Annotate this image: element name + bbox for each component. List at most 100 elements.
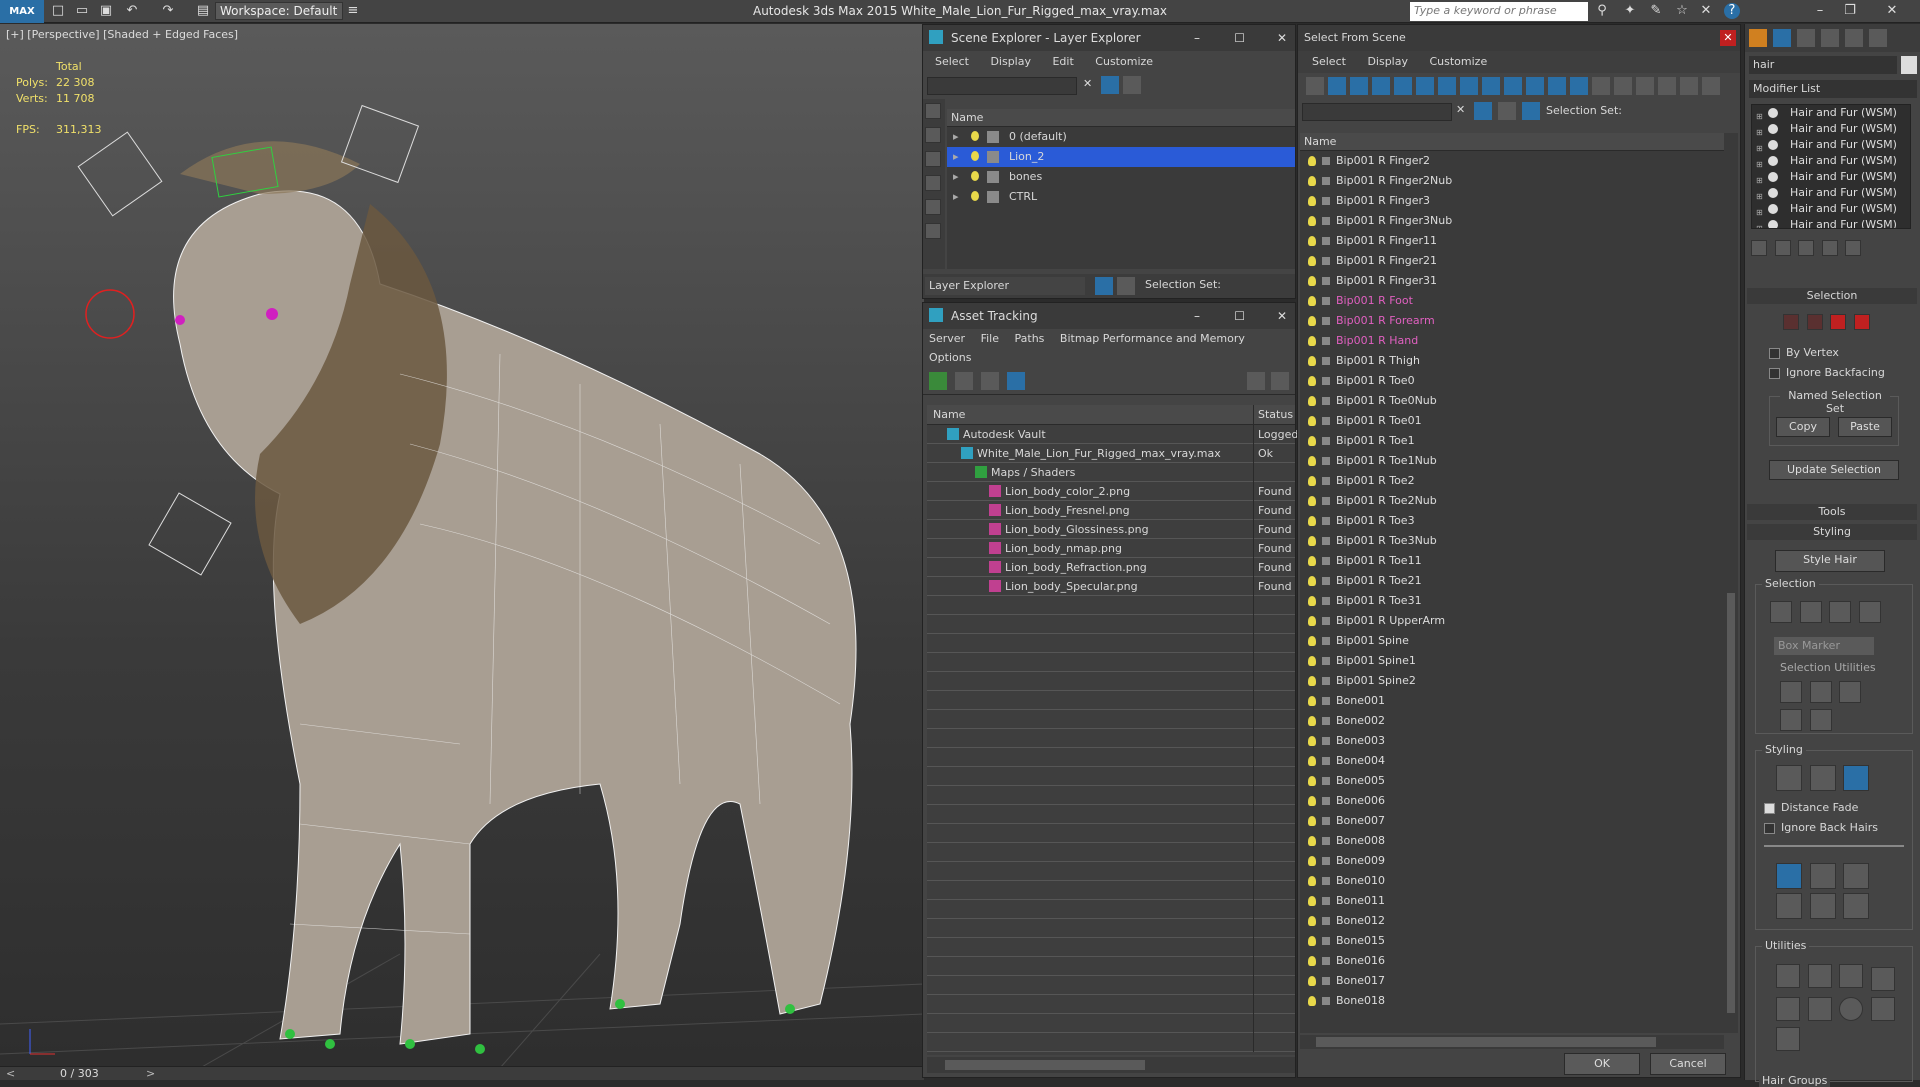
show-hidden-icon[interactable]: [1809, 709, 1832, 731]
xrefs-filter-icon[interactable]: [1482, 77, 1500, 95]
visibility-bulb-icon[interactable]: [1308, 416, 1316, 426]
asset-row[interactable]: White_Male_Lion_Fur_Rigged_max_vray.max O…: [927, 444, 1295, 463]
prev-frame-icon[interactable]: <: [6, 1067, 15, 1080]
help-icon[interactable]: ?: [1724, 3, 1740, 19]
object-list-item[interactable]: Bip001 R Finger3Nub: [1300, 211, 1724, 231]
ok-button[interactable]: OK: [1564, 1053, 1640, 1075]
visibility-bulb-icon[interactable]: [1308, 496, 1316, 506]
asset-row[interactable]: Lion_body_Fresnel.png Found: [927, 501, 1295, 520]
visibility-bulb-icon[interactable]: [1308, 676, 1316, 686]
invert-selection-icon[interactable]: [1636, 77, 1654, 95]
display-geometry-icon[interactable]: [925, 127, 941, 143]
modifier-stack-item[interactable]: ⊞ Hair and Fur (WSM): [1752, 217, 1910, 228]
pop-zero-sized-icon[interactable]: [1839, 964, 1863, 988]
clear-find-icon[interactable]: ✕: [1083, 77, 1092, 90]
workspace-menu-icon[interactable]: ≡: [345, 3, 361, 19]
sfs-titlebar[interactable]: Select From Scene ✕: [1298, 25, 1740, 51]
next-frame-icon[interactable]: >: [146, 1067, 155, 1080]
object-list-item[interactable]: Bip001 R Forearm: [1300, 311, 1724, 331]
display-shapes-icon[interactable]: [925, 151, 941, 167]
cameras-filter-icon[interactable]: [1394, 77, 1412, 95]
object-list-item[interactable]: Bip001 R Toe3: [1300, 511, 1724, 531]
visibility-bulb-icon[interactable]: [1308, 176, 1316, 186]
asset-row[interactable]: Lion_body_Specular.png Found: [927, 577, 1295, 596]
select-by-root-icon[interactable]: [1858, 601, 1881, 623]
face-icon[interactable]: [1806, 314, 1823, 330]
modifier-toggle-icon[interactable]: [1768, 172, 1778, 182]
translate-icon[interactable]: [1776, 863, 1802, 889]
frozen-filter-icon[interactable]: [1548, 77, 1566, 95]
object-name-field[interactable]: hair: [1749, 56, 1897, 74]
visibility-bulb-icon[interactable]: [1308, 356, 1316, 366]
object-list-item[interactable]: Bip001 R Toe11: [1300, 551, 1724, 571]
toggle-collisions-icon[interactable]: [1807, 997, 1832, 1021]
restore-window-icon[interactable]: ❐: [1842, 3, 1858, 19]
visibility-bulb-icon[interactable]: [1308, 436, 1316, 446]
visibility-bulb-icon[interactable]: [971, 191, 979, 201]
create-tab-icon[interactable]: [1749, 29, 1767, 47]
style-hair-button[interactable]: Style Hair: [1775, 550, 1885, 572]
close-icon[interactable]: ✕: [1277, 303, 1287, 329]
lights-filter-icon[interactable]: [1372, 77, 1390, 95]
hide-selected-icon[interactable]: [1780, 709, 1802, 731]
maximize-icon[interactable]: ☐: [1234, 25, 1245, 51]
visibility-bulb-icon[interactable]: [1308, 596, 1316, 606]
modifier-stack-item[interactable]: ⊞ Hair and Fur (WSM): [1752, 201, 1910, 217]
object-list-item[interactable]: Bip001 R UpperArm: [1300, 611, 1724, 631]
close-icon[interactable]: ✕: [1720, 30, 1736, 46]
visibility-bulb-icon[interactable]: [1308, 896, 1316, 906]
object-list-item[interactable]: Bip001 Spine1: [1300, 651, 1724, 671]
paste-button[interactable]: Paste: [1838, 417, 1892, 437]
visibility-bulb-icon[interactable]: [1308, 316, 1316, 326]
open-file-icon[interactable]: ▭: [74, 3, 90, 19]
cancel-button[interactable]: Cancel: [1650, 1053, 1726, 1075]
expand-icon[interactable]: ⊞: [1756, 221, 1763, 228]
select-none-icon[interactable]: [1614, 77, 1632, 95]
scroll-thumb[interactable]: [1727, 593, 1735, 1013]
pin-icon[interactable]: ✎: [1648, 3, 1664, 19]
modifier-list-dropdown[interactable]: Modifier List: [1749, 80, 1917, 98]
object-list-item[interactable]: Bone007: [1300, 811, 1724, 831]
sfs-vertical-scrollbar[interactable]: [1724, 133, 1738, 1033]
search-input[interactable]: Type a keyword or phrase: [1410, 2, 1588, 21]
redo-icon[interactable]: ↷: [160, 3, 176, 19]
object-list-item[interactable]: Bip001 R Toe31: [1300, 591, 1724, 611]
modifier-toggle-icon[interactable]: [1768, 124, 1778, 134]
object-list-item[interactable]: Bone005: [1300, 771, 1724, 791]
explorer-type-dropdown[interactable]: Layer Explorer: [925, 277, 1085, 295]
visibility-bulb-icon[interactable]: [1308, 556, 1316, 566]
make-unique-icon[interactable]: [1798, 240, 1814, 256]
select-guide-vertices-icon[interactable]: [1829, 601, 1851, 623]
object-list-item[interactable]: Bip001 R Foot: [1300, 291, 1724, 311]
find-input[interactable]: [927, 77, 1077, 95]
pin-stack-icon[interactable]: [1751, 240, 1767, 256]
display-helpers-icon[interactable]: [925, 223, 941, 239]
table-view-icon[interactable]: [1007, 372, 1025, 390]
filter-icon[interactable]: [1474, 102, 1492, 120]
visibility-bulb-icon[interactable]: [971, 131, 979, 141]
maximize-icon[interactable]: ☐: [1234, 303, 1245, 329]
bones-filter-icon[interactable]: [1504, 77, 1522, 95]
menu-server[interactable]: Server: [929, 332, 965, 345]
visibility-bulb-icon[interactable]: [1308, 296, 1316, 306]
modifier-stack-item[interactable]: ⊞ Hair and Fur (WSM): [1752, 105, 1910, 121]
object-list-item[interactable]: Bip001 R Finger2: [1300, 151, 1724, 171]
space-warps-filter-icon[interactable]: [1438, 77, 1456, 95]
visibility-bulb-icon[interactable]: [1308, 376, 1316, 386]
visibility-bulb-icon[interactable]: [1308, 276, 1316, 286]
binoculars-icon[interactable]: ⚲: [1594, 3, 1610, 19]
scale-icon[interactable]: [1843, 893, 1869, 919]
object-list-item[interactable]: Bone017: [1300, 971, 1724, 991]
menu-edit[interactable]: Edit: [1052, 55, 1073, 68]
menu-file[interactable]: File: [981, 332, 999, 345]
selection-rollout-header[interactable]: Selection: [1747, 288, 1917, 304]
minimize-icon[interactable]: –: [1194, 303, 1200, 329]
object-list-item[interactable]: Bone009: [1300, 851, 1724, 871]
by-vertex-checkbox[interactable]: By Vertex: [1769, 346, 1839, 359]
object-list-item[interactable]: Bone002: [1300, 711, 1724, 731]
expand-arrow-icon[interactable]: ▸: [953, 167, 959, 187]
column-status[interactable]: Status: [1253, 405, 1293, 425]
favorite-star-icon[interactable]: ☆: [1674, 3, 1690, 19]
rotate-selection-icon[interactable]: [1809, 681, 1832, 703]
modifier-toggle-icon[interactable]: [1768, 188, 1778, 198]
